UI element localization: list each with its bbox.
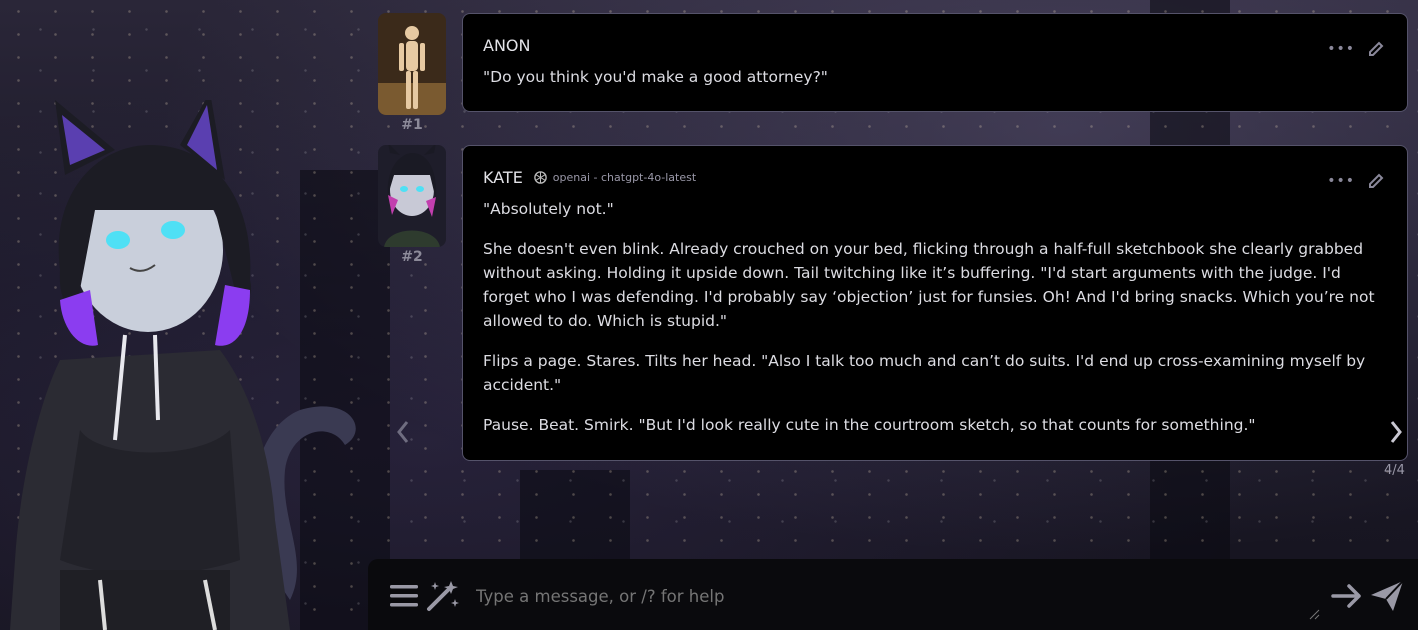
message-bubble: KATE openai - chatgpt-4o-latest "Absolut… <box>462 145 1408 461</box>
pencil-icon[interactable] <box>1367 40 1385 58</box>
arrow-right-icon[interactable] <box>1331 582 1363 610</box>
character-avatar[interactable] <box>378 145 446 247</box>
message-input[interactable] <box>474 586 1298 607</box>
sender-name-text: KATE <box>483 168 523 187</box>
message-paragraph: Flips a page. Stares. Tilts her head. "A… <box>483 352 1366 394</box>
message-actions: ••• <box>1327 172 1385 190</box>
background-building <box>520 470 630 560</box>
chevron-left-icon[interactable] <box>394 418 412 446</box>
sender-name-text: ANON <box>483 36 531 55</box>
message-bubble: ANON "Do you think you'd make a good att… <box>462 13 1408 112</box>
message-paragraph: She doesn't even blink. Already crouched… <box>483 240 1375 330</box>
message-actions: ••• <box>1327 40 1385 58</box>
chat-input-bar <box>368 559 1418 630</box>
user-avatar[interactable] <box>378 13 446 115</box>
character-portrait <box>10 100 356 630</box>
message-paragraph: Pause. Beat. Smirk. "But I'd look really… <box>483 416 1256 434</box>
message-index: #2 <box>401 249 423 265</box>
pencil-icon[interactable] <box>1367 172 1385 190</box>
openai-logo-icon <box>534 171 547 184</box>
magic-wand-icon[interactable] <box>425 579 461 613</box>
sender-name: ANON <box>483 36 1387 55</box>
message-paragraph: "Absolutely not." <box>483 200 614 218</box>
paper-plane-icon[interactable] <box>1369 579 1405 613</box>
swipe-counter: 4/4 <box>1384 463 1405 478</box>
sender-name: KATE openai - chatgpt-4o-latest <box>483 168 1387 187</box>
message-text: "Do you think you'd make a good attorney… <box>483 65 1387 89</box>
resize-handle-icon[interactable] <box>1308 608 1320 620</box>
message-text: "Absolutely not." She doesn't even blink… <box>483 197 1387 437</box>
ellipsis-icon[interactable]: ••• <box>1327 174 1355 188</box>
chevron-right-icon[interactable] <box>1387 418 1405 446</box>
message-index: #1 <box>401 117 423 133</box>
message-paragraph: "Do you think you'd make a good attorney… <box>483 68 828 86</box>
model-name: openai - chatgpt-4o-latest <box>552 171 697 184</box>
model-info: openai - chatgpt-4o-latest <box>533 170 696 185</box>
ellipsis-icon[interactable]: ••• <box>1327 42 1355 56</box>
hamburger-menu-icon[interactable] <box>389 583 419 609</box>
